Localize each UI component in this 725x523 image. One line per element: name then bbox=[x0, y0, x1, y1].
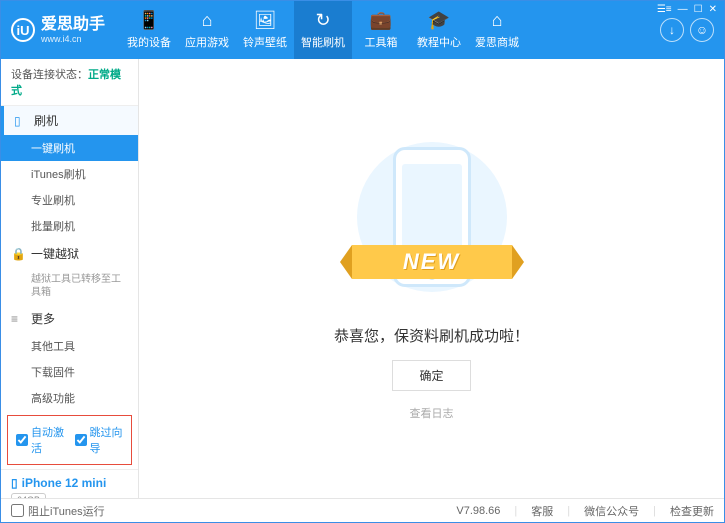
header-right: ↓ ☺ bbox=[660, 18, 714, 42]
more-icon: ≡ bbox=[11, 312, 25, 326]
support-link[interactable]: 客服 bbox=[531, 503, 553, 519]
app-url: www.i4.cn bbox=[41, 34, 105, 44]
flash-icon: ↻ bbox=[315, 10, 330, 31]
main-content: NEW 恭喜您，保资料刷机成功啦！ 确定 查看日志 bbox=[139, 59, 724, 498]
section-flash[interactable]: ▯ 刷机 bbox=[1, 106, 138, 135]
new-banner: NEW bbox=[352, 245, 512, 279]
lock-icon: 🔒 bbox=[11, 247, 25, 261]
success-message: 恭喜您，保资料刷机成功啦！ bbox=[334, 325, 529, 346]
wallpaper-icon: 🖼 bbox=[254, 10, 277, 31]
sidebar-item-itunes-flash[interactable]: iTunes刷机 bbox=[1, 161, 138, 187]
sidebar-item-download-firmware[interactable]: 下载固件 bbox=[1, 359, 138, 385]
ok-button[interactable]: 确定 bbox=[392, 360, 470, 391]
block-itunes-checkbox[interactable]: 阻止iTunes运行 bbox=[11, 503, 105, 519]
sidebar-item-pro-flash[interactable]: 专业刷机 bbox=[1, 187, 138, 213]
section-jailbreak[interactable]: 🔒 一键越狱 bbox=[1, 239, 138, 268]
version: V7.98.66 bbox=[456, 505, 500, 517]
section-more[interactable]: ≡ 更多 bbox=[1, 304, 138, 333]
storage-badge: 64GB bbox=[11, 493, 46, 498]
settings-icon[interactable]: ☰≡ bbox=[657, 4, 672, 15]
maximize-icon[interactable]: ☐ bbox=[694, 4, 703, 15]
skip-guide-checkbox[interactable]: 跳过向导 bbox=[75, 424, 124, 456]
device-icon: 📱 bbox=[138, 10, 160, 31]
tutorial-icon: 🎓 bbox=[428, 10, 450, 31]
logo: iU 爱思助手 www.i4.cn bbox=[11, 16, 105, 44]
nav-tutorials[interactable]: 🎓教程中心 bbox=[410, 1, 468, 59]
phone-icon: ▯ bbox=[11, 476, 18, 490]
sidebar-item-oneclick-flash[interactable]: 一键刷机 bbox=[1, 135, 138, 161]
success-illustration: NEW bbox=[342, 137, 522, 307]
footer: 阻止iTunes运行 V7.98.66| 客服| 微信公众号| 检查更新 bbox=[1, 498, 724, 522]
sidebar-item-advanced[interactable]: 高级功能 bbox=[1, 385, 138, 411]
sidebar: 设备连接状态：正常模式 ▯ 刷机 一键刷机 iTunes刷机 专业刷机 批量刷机… bbox=[1, 59, 139, 498]
check-update-link[interactable]: 检查更新 bbox=[670, 503, 714, 519]
download-button[interactable]: ↓ bbox=[660, 18, 684, 42]
nav-apps[interactable]: ⌂应用游戏 bbox=[178, 1, 236, 59]
jailbreak-note: 越狱工具已转移至工具箱 bbox=[1, 268, 138, 304]
connection-status: 设备连接状态：正常模式 bbox=[1, 59, 138, 106]
options-box: 自动激活 跳过向导 bbox=[7, 415, 132, 465]
phone-icon: ▯ bbox=[14, 114, 28, 128]
user-button[interactable]: ☺ bbox=[690, 18, 714, 42]
header: iU 爱思助手 www.i4.cn 📱我的设备 ⌂应用游戏 🖼铃声壁纸 ↻智能刷… bbox=[1, 1, 724, 59]
close-icon[interactable]: ✕ bbox=[709, 4, 717, 15]
sidebar-item-batch-flash[interactable]: 批量刷机 bbox=[1, 213, 138, 239]
window-controls: ☰≡ — ☐ ✕ bbox=[657, 4, 717, 15]
apps-icon: ⌂ bbox=[202, 10, 213, 31]
nav-ringtones[interactable]: 🖼铃声壁纸 bbox=[236, 1, 294, 59]
main-nav: 📱我的设备 ⌂应用游戏 🖼铃声壁纸 ↻智能刷机 💼工具箱 🎓教程中心 ⌂爱思商城 bbox=[120, 1, 660, 59]
device-info[interactable]: ▯iPhone 12 mini 64GB Down-12mini-13,1 bbox=[1, 469, 138, 498]
store-icon: ⌂ bbox=[492, 10, 503, 31]
nav-store[interactable]: ⌂爱思商城 bbox=[468, 1, 526, 59]
nav-toolbox[interactable]: 💼工具箱 bbox=[352, 1, 410, 59]
toolbox-icon: 💼 bbox=[370, 10, 392, 31]
sidebar-item-other-tools[interactable]: 其他工具 bbox=[1, 333, 138, 359]
app-name: 爱思助手 bbox=[41, 16, 105, 34]
logo-icon: iU bbox=[11, 18, 35, 42]
nav-flash[interactable]: ↻智能刷机 bbox=[294, 1, 352, 59]
wechat-link[interactable]: 微信公众号 bbox=[584, 503, 639, 519]
auto-activate-checkbox[interactable]: 自动激活 bbox=[16, 424, 65, 456]
nav-my-device[interactable]: 📱我的设备 bbox=[120, 1, 178, 59]
minimize-icon[interactable]: — bbox=[678, 4, 688, 15]
view-log-link[interactable]: 查看日志 bbox=[410, 405, 454, 421]
